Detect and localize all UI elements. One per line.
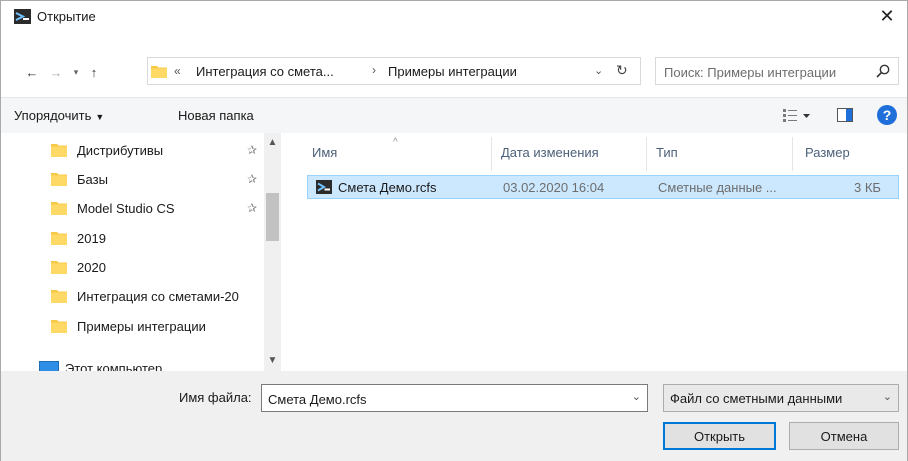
sidebar-item-2020[interactable]: 2020 [1, 254, 265, 280]
open-file-dialog: Открытие ✕ ← → ▾ ↑ « Интеграция со смета… [0, 0, 908, 461]
sidebar-item-label: Базы [77, 172, 108, 187]
close-button[interactable]: ✕ [867, 1, 907, 31]
cancel-button[interactable]: Отмена [789, 422, 899, 450]
file-name: Смета Демо.rcfs [338, 180, 437, 195]
open-button[interactable]: Открыть [663, 422, 776, 450]
file-modified: 03.02.2020 16:04 [503, 180, 605, 195]
chevron-down-icon: ⌄ [882, 391, 892, 403]
navigation-scrollbar[interactable]: ▲ ▼ [264, 133, 281, 371]
breadcrumb-segment-2[interactable]: Примеры интеграции [388, 64, 517, 79]
preview-pane-icon[interactable] [837, 108, 853, 122]
address-dropdown-button[interactable]: ⌄ [594, 64, 603, 77]
sidebar-item-label: Model Studio CS [77, 201, 175, 216]
pin-icon[interactable]: ✰ [247, 201, 257, 215]
filename-dropdown-button[interactable]: ⌄ [632, 390, 641, 403]
folder-icon [51, 261, 67, 274]
folder-icon [51, 202, 67, 215]
sidebar-item-2019[interactable]: 2019 [1, 225, 265, 251]
command-toolbar: Упорядочить ▼ Новая папка ? [1, 97, 907, 133]
computer-icon [39, 361, 59, 371]
organize-button[interactable]: Упорядочить ▼ [14, 108, 104, 123]
sidebar-item-model-studio[interactable]: Model Studio CS ✰ [1, 195, 265, 221]
folder-icon [51, 144, 67, 157]
view-options-icon[interactable] [782, 107, 812, 125]
sidebar-item-label: 2020 [77, 260, 106, 275]
pin-icon[interactable]: ✰ [247, 143, 257, 157]
scrollbar-thumb[interactable] [266, 193, 279, 241]
sidebar-item-label: Этот компьютер [65, 361, 163, 371]
column-header-name[interactable]: Имя [312, 145, 337, 160]
sidebar-item-distributives[interactable]: Дистрибутивы ✰ [1, 137, 265, 163]
column-header-modified[interactable]: Дата изменения [501, 145, 599, 160]
refresh-icon[interactable]: ↻ [616, 62, 628, 79]
scroll-up-button[interactable]: ▲ [264, 137, 281, 148]
forward-button[interactable]: → [47, 63, 65, 81]
sidebar-item-this-pc[interactable]: Этот компьютер [1, 355, 265, 371]
sidebar-item-label: Дистрибутивы [77, 143, 164, 158]
help-button[interactable]: ? [877, 105, 897, 125]
column-header-label: Имя [312, 145, 338, 160]
file-list: Имя ^ Дата изменения Тип Размер Смета Де… [301, 133, 907, 371]
column-header-size[interactable]: Размер [805, 145, 850, 160]
filename-label: Имя файла: [179, 390, 252, 405]
search-box[interactable] [655, 57, 899, 85]
file-size: 3 КБ [854, 180, 881, 195]
sidebar-item-label: Примеры интеграции [77, 319, 206, 334]
sidebar-item-label: Интеграция со сметами-20 [77, 289, 239, 304]
column-divider[interactable] [792, 137, 793, 171]
up-button[interactable]: ↑ [85, 63, 103, 81]
sidebar-item-integration[interactable]: Интеграция со сметами-20 [1, 283, 265, 309]
address-bar[interactable]: « Интеграция со смета... › Примеры интег… [147, 57, 641, 85]
pin-icon[interactable]: ✰ [247, 172, 257, 186]
column-divider[interactable] [491, 137, 492, 171]
scroll-down-button[interactable]: ▼ [264, 355, 281, 366]
chevron-down-icon: ▼ [95, 112, 105, 122]
sidebar-item-examples[interactable]: Примеры интеграции [1, 313, 265, 339]
column-header-type[interactable]: Тип [656, 145, 678, 160]
sort-ascending-icon: ^ [393, 137, 398, 148]
back-button[interactable]: ← [23, 63, 41, 81]
folder-icon [51, 320, 67, 333]
folder-icon [151, 66, 167, 78]
filename-input[interactable] [268, 390, 618, 408]
search-input[interactable] [664, 63, 864, 81]
column-divider[interactable] [646, 137, 647, 171]
sidebar-item-databases[interactable]: Базы ✰ [1, 166, 265, 192]
breadcrumb-segment-1[interactable]: Интеграция со смета... [196, 64, 334, 79]
folder-icon [51, 232, 67, 245]
file-row[interactable]: Смета Демо.rcfs 03.02.2020 16:04 Сметные… [307, 175, 899, 199]
sidebar-item-label: 2019 [77, 231, 106, 246]
app-icon [14, 9, 31, 24]
dialog-footer: Имя файла: ⌄ Файл со сметными данными ⌄ … [1, 371, 907, 461]
estimate-file-icon [316, 180, 332, 194]
breadcrumb-separator[interactable]: › [372, 63, 376, 77]
filetype-value: Файл со сметными данными [670, 391, 843, 406]
new-folder-button[interactable]: Новая папка [178, 108, 254, 123]
address-overflow-button[interactable]: « [174, 64, 181, 78]
window-title: Открытие [37, 9, 96, 24]
title-bar: Открытие ✕ [1, 1, 907, 31]
organize-label: Упорядочить [14, 108, 92, 123]
folder-icon [51, 290, 67, 303]
recent-locations-button[interactable]: ▾ [67, 63, 85, 81]
filename-combobox[interactable]: ⌄ [261, 384, 648, 412]
search-icon[interactable] [876, 64, 890, 78]
folder-icon [51, 173, 67, 186]
file-type: Сметные данные ... [658, 180, 777, 195]
filetype-select[interactable]: Файл со сметными данными ⌄ [663, 384, 899, 412]
navigation-pane: Дистрибутивы ✰ Базы ✰ Model Studio CS ✰ … [1, 133, 285, 371]
